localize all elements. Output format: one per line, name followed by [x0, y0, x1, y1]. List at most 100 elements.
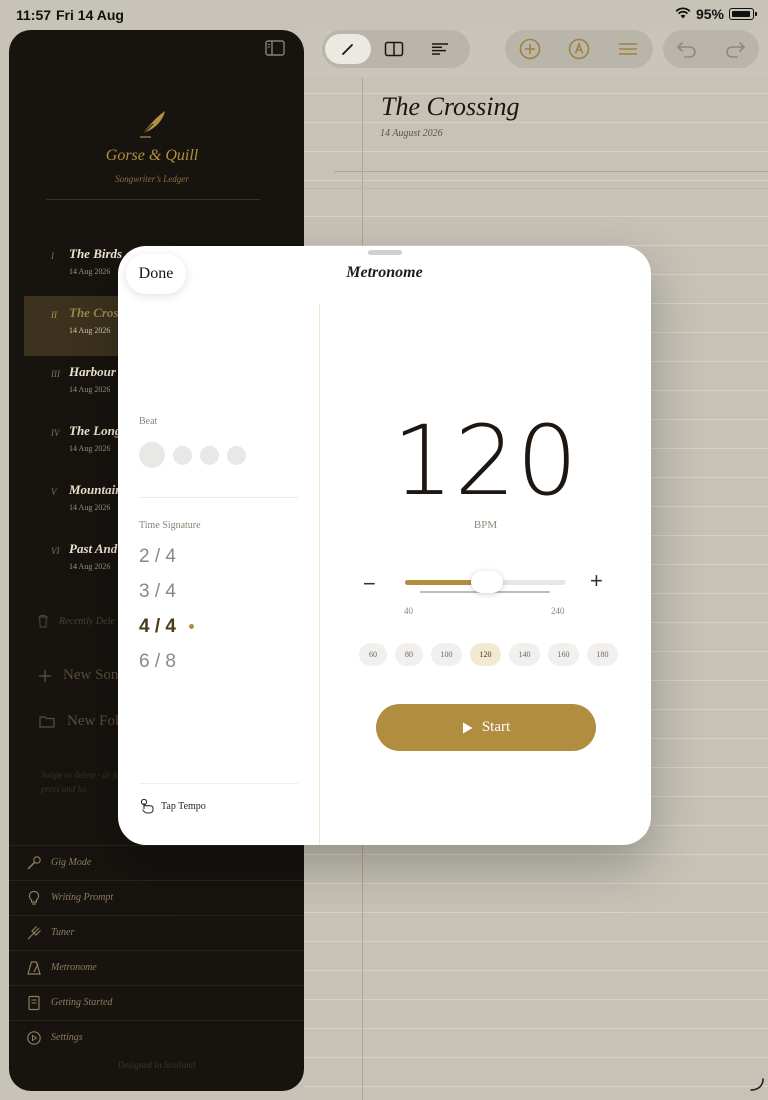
- time-signature-label: Time Signature: [139, 520, 201, 531]
- start-button[interactable]: Start: [376, 704, 596, 751]
- song-title: The Birds: [69, 246, 123, 261]
- tool-writing-prompt[interactable]: Writing Prompt: [9, 880, 304, 915]
- tap-tempo-button[interactable]: Tap Tempo: [139, 798, 206, 814]
- sidebar-toggle-button[interactable]: [265, 40, 285, 61]
- song-title: Harbour I: [69, 364, 125, 379]
- tempo-preset-chip-selected[interactable]: 120: [470, 643, 501, 666]
- redo-icon: [726, 42, 745, 58]
- add-button[interactable]: [515, 34, 545, 64]
- tap-hand-icon: [140, 798, 154, 814]
- tool-metronome[interactable]: Metronome: [9, 950, 304, 985]
- brand-subtitle: Songwriter’s Ledger: [115, 174, 189, 184]
- beat-dot: [173, 445, 192, 465]
- document-date: 14 August 2026: [380, 128, 443, 139]
- tuning-fork-icon: [27, 926, 41, 940]
- brand-divider: [46, 199, 260, 200]
- song-title: The Long: [69, 423, 122, 438]
- sheet-grabber[interactable]: [368, 250, 402, 255]
- tempo-preset-chip[interactable]: 80: [395, 643, 423, 666]
- battery-percent: 95%: [695, 6, 724, 22]
- time-signature-option[interactable]: 6 / 8: [139, 651, 176, 673]
- tap-tempo-label: Tap Tempo: [161, 800, 206, 812]
- header-rule-2: [304, 188, 768, 189]
- song-date: 14 Aug 2026: [69, 267, 111, 276]
- markup-button[interactable]: [564, 34, 594, 64]
- plus-icon: [39, 669, 51, 682]
- folder-plus-icon: [39, 716, 55, 728]
- tool-getting-started[interactable]: Getting Started: [9, 985, 304, 1020]
- beat-dot-accent: [139, 442, 165, 468]
- battery-icon: [729, 8, 757, 20]
- pen-circle-icon: [568, 38, 590, 60]
- slider-thumb[interactable]: [471, 571, 504, 593]
- song-number: VI: [51, 546, 60, 556]
- tempo-slider[interactable]: [405, 571, 566, 593]
- plus-circle-icon: [519, 38, 540, 60]
- tool-label: Settings: [51, 1032, 83, 1043]
- tempo-preset-chip[interactable]: 100: [431, 643, 462, 666]
- song-number: II: [51, 310, 57, 320]
- song-title: Mountain: [69, 482, 123, 497]
- divider: [139, 783, 298, 784]
- song-date: 14 Aug 2026: [69, 385, 111, 394]
- tool-label: Gig Mode: [51, 857, 92, 868]
- wifi-icon: [675, 6, 691, 22]
- view-mode-control: [322, 30, 470, 68]
- beat-label: Beat: [139, 416, 158, 427]
- brand-name: Gorse & Quill: [105, 147, 199, 164]
- beat-dot: [200, 445, 219, 465]
- song-number: I: [51, 251, 54, 261]
- text-align-button[interactable]: [417, 34, 463, 64]
- tool-tuner[interactable]: Tuner: [9, 915, 304, 950]
- write-mode-button[interactable]: [325, 34, 371, 64]
- tempo-preset-chip[interactable]: 160: [548, 643, 579, 666]
- book-icon: [28, 995, 40, 1011]
- new-folder-button[interactable]: New Fol: [39, 713, 119, 730]
- new-song-button[interactable]: New Song: [39, 667, 126, 684]
- trash-icon: [38, 614, 48, 628]
- undo-button[interactable]: [672, 34, 702, 64]
- document-title[interactable]: The Crossing: [381, 92, 519, 122]
- decrease-tempo-button[interactable]: −: [363, 571, 376, 597]
- tempo-preset-chip[interactable]: 60: [359, 643, 387, 666]
- sheet-title: Metronome: [346, 264, 423, 281]
- time-signature-option[interactable]: 2 / 4: [139, 546, 176, 568]
- status-bar: 11:57 Fri 14 Aug 95%: [0, 0, 768, 30]
- split-view-button[interactable]: [371, 34, 417, 64]
- time-signature-option-selected[interactable]: 4 / 4: [139, 616, 176, 638]
- history-tools: [663, 30, 759, 68]
- slider-min-label: 40: [404, 606, 413, 616]
- tool-label: Getting Started: [51, 997, 113, 1008]
- play-icon: [462, 722, 473, 733]
- song-date: 14 Aug 2026: [69, 562, 111, 571]
- song-date: 14 Aug 2026: [69, 326, 111, 335]
- new-folder-label: New Fol: [67, 713, 120, 729]
- tool-settings[interactable]: Settings: [9, 1020, 304, 1055]
- beat-dot: [227, 445, 246, 465]
- tempo-preset-chip[interactable]: 180: [587, 643, 618, 666]
- status-date: Fri 14 Aug: [56, 7, 124, 23]
- redo-button[interactable]: [720, 34, 750, 64]
- slider-max-label: 240: [551, 606, 565, 616]
- time-signature-option[interactable]: 3 / 4: [139, 581, 176, 603]
- tool-gig-mode[interactable]: Gig Mode: [9, 845, 304, 880]
- quill-logo-icon: [137, 108, 169, 145]
- song-title: Past And: [69, 541, 118, 556]
- split-view-icon: [384, 41, 404, 57]
- tempo-preset-chip[interactable]: 140: [509, 643, 540, 666]
- song-number: IV: [51, 428, 60, 438]
- tempo-presets: 60 80 100 120 140 160 180: [359, 643, 618, 666]
- song-number: III: [51, 369, 60, 379]
- metronome-sheet: Done Metronome Beat Time Signature 2 / 4…: [118, 246, 651, 845]
- recently-deleted-item[interactable]: Recently Dele: [37, 614, 115, 628]
- selected-dot-indicator: [189, 624, 194, 629]
- bpm-unit: BPM: [473, 519, 498, 531]
- status-time: 11:57: [16, 7, 52, 23]
- song-number: V: [51, 487, 57, 497]
- undo-icon: [677, 42, 696, 58]
- increase-tempo-button[interactable]: +: [590, 568, 603, 594]
- microphone-icon: [27, 856, 41, 870]
- bpm-value: 120: [392, 405, 579, 517]
- menu-button[interactable]: [613, 34, 643, 64]
- footer-credit: Designed In Scotland: [117, 1060, 196, 1070]
